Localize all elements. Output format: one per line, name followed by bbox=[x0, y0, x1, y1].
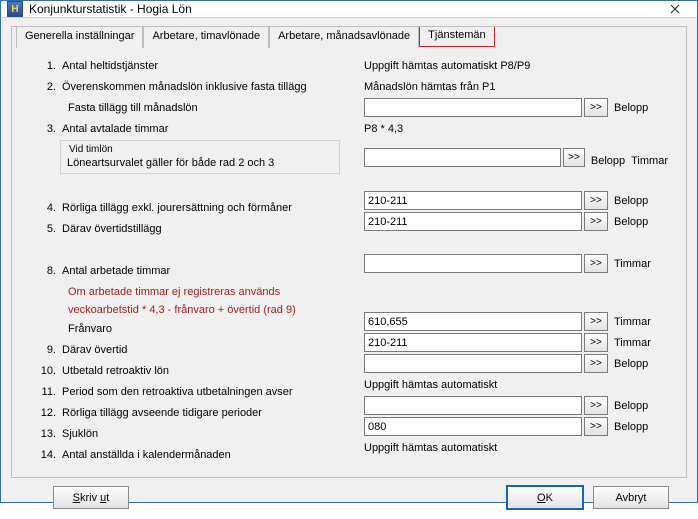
row-num: 12. bbox=[34, 407, 56, 419]
row10-expand-button[interactable]: >> bbox=[584, 354, 608, 373]
row-num: 14. bbox=[34, 449, 56, 461]
tab-generella[interactable]: Generella inställningar bbox=[16, 26, 143, 48]
row4-input[interactable] bbox=[364, 191, 582, 210]
unit-belopp: Belopp bbox=[614, 216, 648, 228]
row-num: 4. bbox=[34, 202, 56, 214]
unit-timmar: Timmar bbox=[614, 316, 651, 328]
row4-label: Rörliga tillägg exkl. jourersättning och… bbox=[62, 202, 292, 214]
row-num: 13. bbox=[34, 428, 56, 440]
row13-expand-button[interactable]: >> bbox=[584, 417, 608, 436]
unit-belopp: Belopp bbox=[614, 400, 648, 412]
row9-label: Därav övertid bbox=[62, 344, 127, 356]
row2-right: Månadslön hämtas från P1 bbox=[364, 81, 495, 93]
cancel-button[interactable]: Avbryt bbox=[593, 486, 669, 509]
tab-arbetare-manad[interactable]: Arbetare, månadsavlönade bbox=[269, 26, 419, 48]
row10-input[interactable] bbox=[364, 354, 582, 373]
row12-input[interactable] bbox=[364, 396, 582, 415]
row-num: 1. bbox=[34, 60, 56, 72]
row5-label: Därav övertidstillägg bbox=[62, 223, 162, 235]
row10-label: Utbetald retroaktiv lön bbox=[62, 365, 169, 377]
unit-belopp: Belopp bbox=[614, 358, 648, 370]
tab-strip: Generella inställningar Arbetare, timavl… bbox=[16, 26, 495, 48]
row3-label: Antal avtalade timmar bbox=[62, 123, 168, 135]
row8-expand-button[interactable]: >> bbox=[584, 254, 608, 273]
timlon-expand-button[interactable]: >> bbox=[563, 148, 585, 167]
row12-expand-button[interactable]: >> bbox=[584, 396, 608, 415]
row8-note1: Om arbetade timmar ej registreras använd… bbox=[68, 286, 280, 298]
unit-belopp: Belopp bbox=[614, 195, 648, 207]
row5-input[interactable] bbox=[364, 212, 582, 231]
row5-expand-button[interactable]: >> bbox=[584, 212, 608, 231]
ok-button[interactable]: OK bbox=[507, 486, 583, 509]
row8-note2: veckoarbetstid * 4,3 - frånvaro + överti… bbox=[68, 304, 296, 316]
row-num: 5. bbox=[34, 223, 56, 235]
row2b-label: Fasta tillägg till månadslön bbox=[68, 102, 198, 114]
tab-tjansteman[interactable]: Tjänstemän bbox=[419, 26, 494, 47]
timlon-header: Vid timlön bbox=[67, 144, 115, 155]
row11-label: Period som den retroaktiva utbetalningen… bbox=[62, 386, 293, 398]
row3-right: P8 * 4,3 bbox=[364, 123, 403, 135]
close-button[interactable] bbox=[653, 1, 697, 17]
unit-belopp: Belopp bbox=[614, 102, 648, 114]
row-num: 10. bbox=[34, 365, 56, 377]
row2b-input[interactable] bbox=[364, 98, 582, 117]
close-icon bbox=[670, 4, 680, 14]
row2b-expand-button[interactable]: >> bbox=[584, 98, 608, 117]
row13-label: Sjuklön bbox=[62, 428, 98, 440]
row-num: 2. bbox=[34, 81, 56, 93]
row8-input[interactable] bbox=[364, 254, 582, 273]
timlon-input[interactable] bbox=[364, 148, 561, 167]
row11-right: Uppgift hämtas automatiskt bbox=[364, 379, 497, 391]
franvaro-input[interactable] bbox=[364, 312, 582, 331]
bottom-bar: Skriv ut OK Avbryt bbox=[11, 478, 687, 509]
print-button[interactable]: Skriv ut bbox=[53, 486, 129, 509]
unit-timmar: Timmar bbox=[614, 258, 651, 270]
row14-right: Uppgift hämtas automatiskt bbox=[364, 442, 497, 454]
row4-expand-button[interactable]: >> bbox=[584, 191, 608, 210]
row12-label: Rörliga tillägg avseende tidigare period… bbox=[62, 407, 262, 419]
franvaro-label: Frånvaro bbox=[68, 323, 112, 335]
row-num: 9. bbox=[34, 344, 56, 356]
franvaro-expand-button[interactable]: >> bbox=[584, 312, 608, 331]
tab-container: Generella inställningar Arbetare, timavl… bbox=[11, 26, 687, 478]
row14-label: Antal anställda i kalendermånaden bbox=[62, 449, 231, 461]
tab-arbetare-tim[interactable]: Arbetare, timavlönade bbox=[143, 26, 269, 48]
row9-expand-button[interactable]: >> bbox=[584, 333, 608, 352]
app-icon: H bbox=[7, 1, 23, 17]
unit-timmar: Timmar bbox=[631, 155, 668, 167]
row-num: 8. bbox=[34, 265, 56, 277]
unit-belopp: Belopp bbox=[614, 421, 648, 433]
unit-timmar: Timmar bbox=[614, 337, 651, 349]
title-bar: H Konjunkturstatistik - Hogia Lön bbox=[1, 1, 697, 18]
right-column: Uppgift hämtas automatiskt P8/P9 Månadsl… bbox=[364, 55, 668, 458]
row-num: 3. bbox=[34, 123, 56, 135]
unit-belopp: Belopp bbox=[591, 155, 625, 167]
row1-right: Uppgift hämtas automatiskt P8/P9 bbox=[364, 60, 530, 72]
row1-label: Antal heltidstjänster bbox=[62, 60, 158, 72]
row8-label: Antal arbetade timmar bbox=[62, 265, 170, 277]
row9-input[interactable] bbox=[364, 333, 582, 352]
row-num: 11. bbox=[34, 386, 56, 398]
row13-input[interactable] bbox=[364, 417, 582, 436]
row2-label: Överenskommen månadslön inklusive fasta … bbox=[62, 81, 307, 93]
window-title: Konjunkturstatistik - Hogia Lön bbox=[29, 2, 653, 16]
timlon-text: Löneartsurvalet gäller för både rad 2 oc… bbox=[67, 157, 333, 169]
timlon-groupbox: Vid timlön Löneartsurvalet gäller för bå… bbox=[60, 140, 340, 174]
